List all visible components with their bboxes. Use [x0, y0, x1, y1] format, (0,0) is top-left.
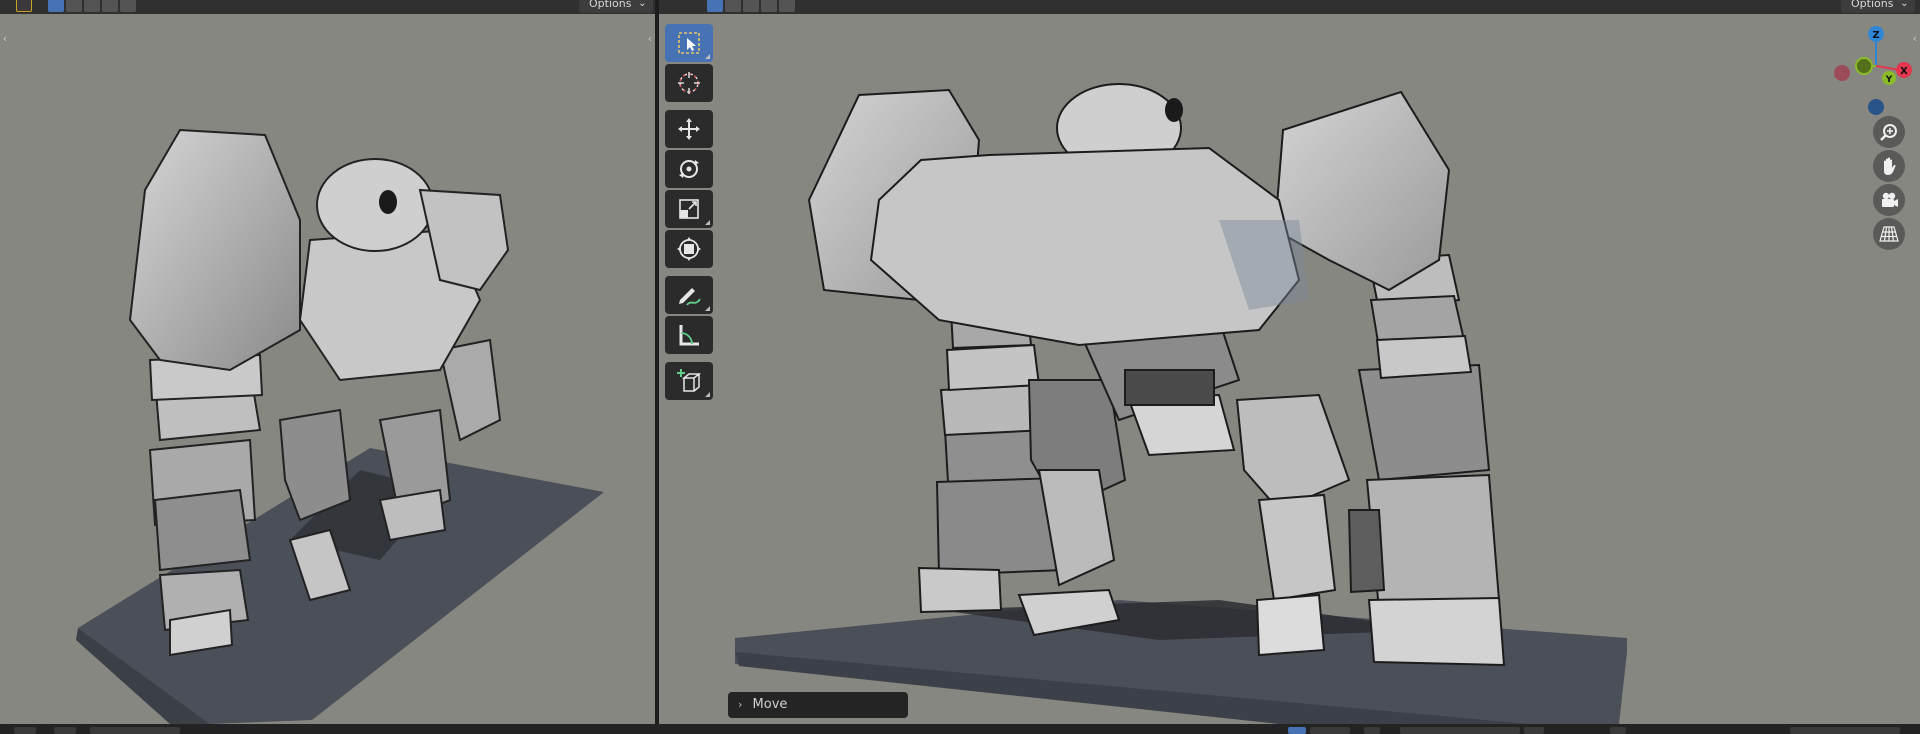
mode-set-icon[interactable] — [48, 0, 64, 12]
measure-tool[interactable] — [665, 316, 713, 354]
gizmo-y-label: Y — [1885, 75, 1893, 85]
select-box-icon — [678, 32, 700, 54]
chevron-right-icon: › — [738, 698, 743, 711]
move-tool[interactable] — [665, 110, 713, 148]
viewport-right-header: Options ⌄ — [659, 0, 1920, 14]
move-icon — [678, 118, 700, 140]
rotate-tool[interactable] — [665, 150, 713, 188]
gizmo-neg-y-handle[interactable] — [1855, 57, 1873, 75]
gizmo-z-label: Z — [1872, 30, 1879, 41]
tool-variants-indicator — [705, 220, 710, 225]
sidebar-expand-arrow-icon[interactable]: ‹ — [645, 32, 655, 46]
tool-variants-indicator — [705, 392, 710, 397]
annotate-icon — [679, 288, 701, 306]
status-item — [1400, 727, 1520, 734]
chevron-down-icon: ⌄ — [638, 0, 647, 9]
transform-icon — [677, 237, 701, 261]
last-operator-panel[interactable]: › Move — [728, 692, 908, 718]
pan-hand-icon — [1884, 157, 1896, 175]
selection-mode-buttons — [48, 0, 136, 12]
grid-perspective-icon — [1879, 226, 1899, 242]
tool-shelf — [665, 24, 713, 402]
blender-window: Options ⌄ ‹ ‹ Options ⌄ ‹ Z X Y › Move — [0, 0, 1920, 734]
viewport-left-header: Options ⌄ — [0, 0, 655, 14]
mode-subtract-icon[interactable] — [84, 0, 100, 12]
select-box-tool[interactable] — [665, 24, 713, 62]
cursor-icon — [678, 72, 700, 94]
status-item — [1364, 727, 1380, 734]
perspective-toggle-button[interactable] — [1873, 218, 1905, 250]
measure-icon — [679, 325, 699, 346]
status-mouse-icon — [14, 727, 36, 734]
zoom-icon — [1880, 124, 1897, 141]
options-dropdown[interactable]: Options ⌄ — [579, 0, 654, 13]
zoom-button[interactable] — [1873, 116, 1905, 148]
viewport-right[interactable]: Options ⌄ ‹ Z X Y › Move — [659, 0, 1920, 724]
select-mode-group — [16, 0, 32, 12]
status-active-item — [1288, 727, 1306, 734]
pan-button[interactable] — [1873, 150, 1905, 182]
cursor-tool[interactable] — [665, 64, 713, 102]
mode-subtract-icon[interactable] — [743, 0, 759, 12]
camera-icon — [1882, 192, 1898, 207]
mode-intersect-icon[interactable] — [779, 0, 795, 12]
mode-extend-icon[interactable] — [725, 0, 741, 12]
add-cube-tool[interactable] — [665, 362, 713, 400]
tool-variants-indicator — [705, 306, 710, 311]
mode-invert-icon[interactable] — [761, 0, 777, 12]
mode-invert-icon[interactable] — [102, 0, 118, 12]
mode-extend-icon[interactable] — [66, 0, 82, 12]
status-item — [1610, 727, 1626, 734]
mode-set-icon[interactable] — [707, 0, 723, 12]
camera-view-button[interactable] — [1873, 184, 1905, 216]
status-item — [1524, 727, 1544, 734]
tool-variants-indicator — [705, 54, 710, 59]
status-mouse-icon — [54, 727, 76, 734]
viewport-left[interactable]: Options ⌄ ‹ ‹ — [0, 0, 655, 724]
select-tool-icon[interactable] — [16, 0, 32, 12]
transform-tool[interactable] — [665, 230, 713, 268]
mode-intersect-icon[interactable] — [120, 0, 136, 12]
status-bar — [0, 724, 1920, 734]
options-label: Options — [1851, 0, 1894, 10]
last-operator-label: Move — [752, 697, 788, 712]
gizmo-neg-z-handle[interactable] — [1868, 99, 1884, 115]
scale-icon — [679, 199, 699, 219]
navigation-gizmo[interactable]: Z X Y — [1812, 22, 1920, 122]
status-item — [1790, 727, 1900, 734]
add-cube-icon — [677, 369, 702, 392]
status-item — [1310, 727, 1350, 734]
scene-render-left — [76, 128, 604, 724]
chevron-down-icon: ⌄ — [1900, 0, 1909, 9]
gizmo-neg-x-handle[interactable] — [1834, 65, 1850, 81]
gizmo-x-label: X — [1900, 66, 1908, 77]
annotate-tool[interactable] — [665, 276, 713, 314]
status-hint — [90, 727, 180, 734]
scene-render-right — [735, 83, 1627, 724]
options-dropdown[interactable]: Options ⌄ — [1841, 0, 1916, 13]
toolbar-expand-arrow-icon[interactable]: ‹ — [0, 32, 10, 46]
selection-mode-buttons — [707, 0, 795, 12]
options-label: Options — [589, 0, 632, 10]
scale-tool[interactable] — [665, 190, 713, 228]
rotate-icon — [679, 160, 699, 178]
